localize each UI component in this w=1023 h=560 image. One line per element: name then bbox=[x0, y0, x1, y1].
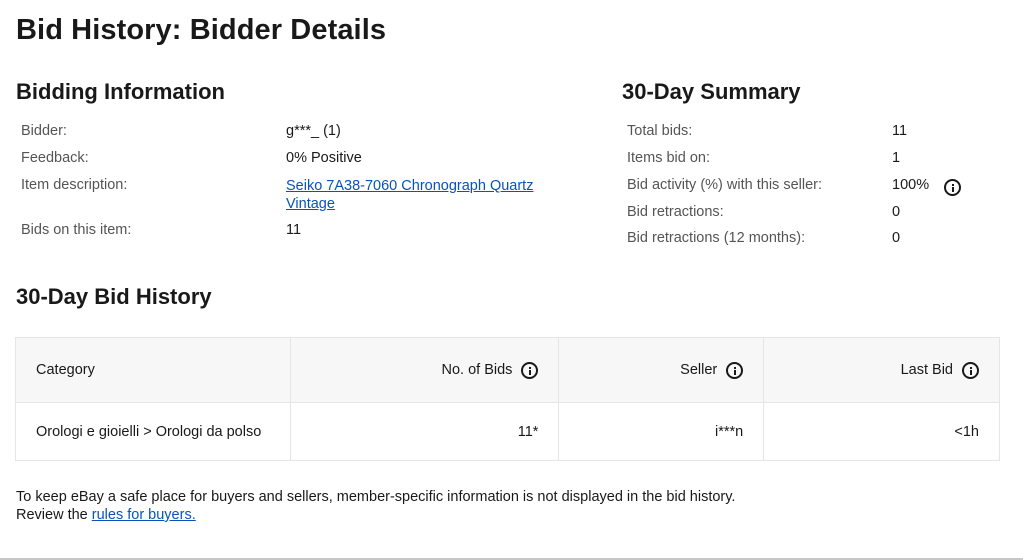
seller-cell: i***n bbox=[558, 402, 765, 461]
bid-retractions-12m-label: Bid retractions (12 months): bbox=[627, 230, 806, 246]
last-bid-info-icon[interactable] bbox=[962, 361, 979, 379]
items-bid-on-label: Items bid on: bbox=[627, 150, 711, 166]
bid-history-header-row: Category No. of Bids Seller Last Bid bbox=[15, 337, 1000, 403]
feedback-label: Feedback: bbox=[21, 150, 89, 166]
bid-activity-label: Bid activity (%) with this seller: bbox=[627, 177, 822, 193]
bidding-info-heading: Bidding Information bbox=[16, 79, 225, 104]
page-title: Bid History: Bidder Details bbox=[16, 14, 387, 46]
bid-retractions-12m-value: 0 bbox=[892, 230, 901, 246]
bid-history-heading: 30-Day Bid History bbox=[16, 284, 212, 309]
bid-retractions-value: 0 bbox=[892, 204, 901, 220]
item-link-line1: Seiko 7A38-7060 Chronograph Quartz bbox=[286, 178, 534, 194]
category-column-header: Category bbox=[15, 337, 291, 403]
bid-activity-info-icon[interactable] bbox=[944, 179, 961, 196]
bids-column-header: No. of Bids bbox=[289, 337, 560, 403]
total-bids-label: Total bids: bbox=[627, 123, 693, 139]
bid-history-table: Category No. of Bids Seller Last Bid Oro… bbox=[15, 337, 1000, 461]
items-bid-on-value: 1 bbox=[892, 150, 901, 166]
rules-for-buyers-link[interactable]: rules for buyers. bbox=[92, 507, 196, 523]
item-description-label: Item description: bbox=[21, 177, 128, 193]
summary-heading: 30-Day Summary bbox=[622, 79, 801, 104]
privacy-notice-line2: Review the rules for buyers. bbox=[16, 506, 735, 524]
bid-retractions-label: Bid retractions: bbox=[627, 204, 724, 220]
category-cell: Orologi e gioielli > Orologi da polso bbox=[15, 402, 291, 461]
last-bid-column-header: Last Bid bbox=[763, 337, 1000, 403]
bidder-value: g***_ (1) bbox=[286, 123, 341, 139]
bids-on-item-value: 11 bbox=[286, 222, 302, 238]
bidder-details-page: Bid History: Bidder Details Bidding Info… bbox=[0, 0, 1023, 560]
summary-section: Total bids: 11 Items bid on: 1 Bid activ… bbox=[627, 123, 1007, 253]
feedback-value: 0% Positive bbox=[286, 150, 362, 166]
last-bid-header-label: Last Bid bbox=[900, 362, 953, 378]
item-description-link[interactable]: Seiko 7A38-7060 Chronograph Quartz Vintag… bbox=[286, 177, 533, 213]
bids-on-item-label: Bids on this item: bbox=[21, 222, 132, 238]
bidder-label: Bidder: bbox=[21, 123, 67, 139]
item-link-line2: Vintage bbox=[286, 196, 335, 212]
bidding-info-section: Bidder: g***_ (1) Feedback: 0% Positive … bbox=[21, 123, 581, 253]
seller-column-header: Seller bbox=[558, 337, 765, 403]
privacy-notice-line1: To keep eBay a safe place for buyers and… bbox=[16, 489, 736, 505]
table-row: Orologi e gioielli > Orologi da polso 11… bbox=[15, 402, 1000, 461]
last-bid-cell: <1h bbox=[763, 402, 1000, 461]
privacy-notice: To keep eBay a safe place for buyers and… bbox=[16, 488, 735, 524]
bids-header-label: No. of Bids bbox=[441, 362, 513, 378]
seller-info-icon[interactable] bbox=[726, 361, 744, 379]
bid-activity-value: 100% bbox=[892, 177, 930, 193]
total-bids-value: 11 bbox=[892, 123, 908, 139]
review-prefix: Review the bbox=[16, 507, 92, 523]
category-header-label: Category bbox=[36, 362, 95, 378]
seller-header-label: Seller bbox=[680, 362, 718, 378]
bids-info-icon[interactable] bbox=[521, 361, 539, 379]
bids-cell: 11* bbox=[289, 402, 560, 461]
